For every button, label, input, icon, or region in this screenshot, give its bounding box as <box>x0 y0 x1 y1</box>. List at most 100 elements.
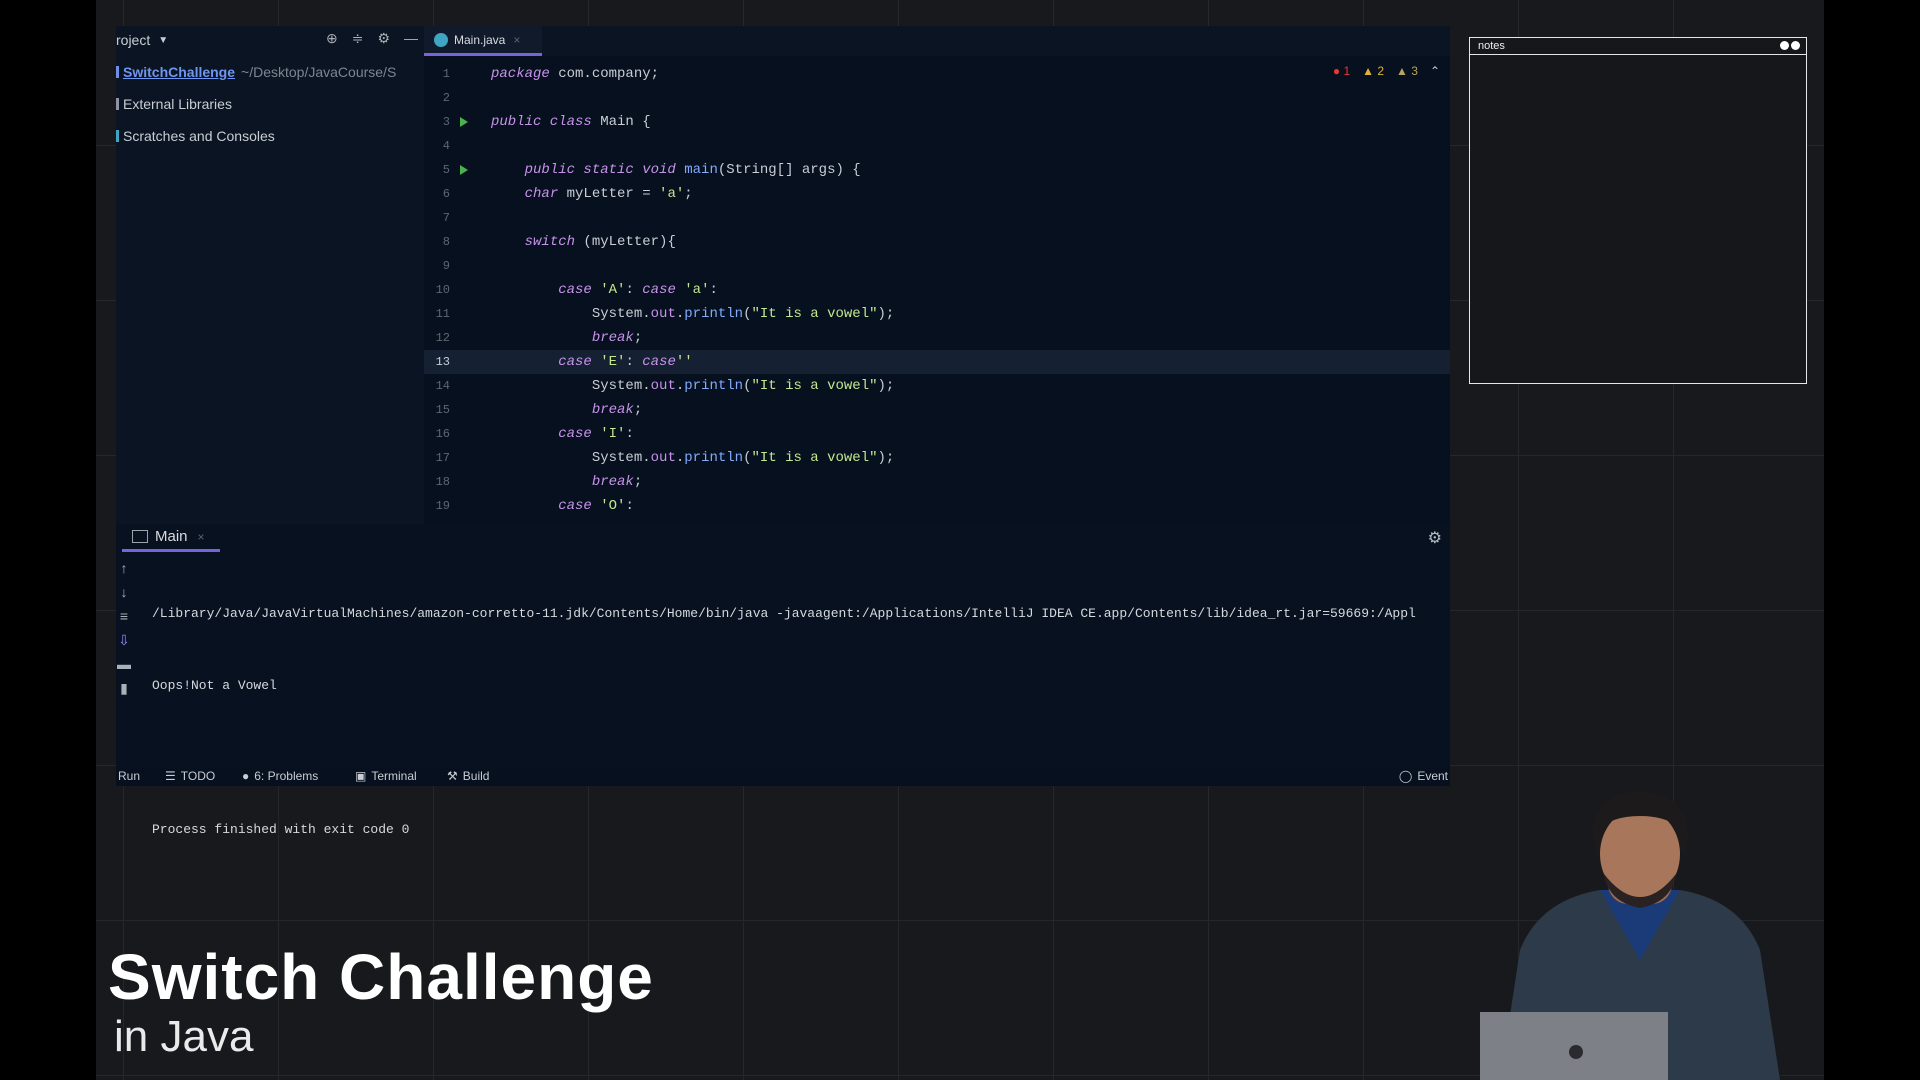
code-line[interactable]: 17 System.out.println("It is a vowel"); <box>424 446 1450 470</box>
hammer-icon: ⚒ <box>447 769 458 783</box>
code-line[interactable]: 3 public class Main { <box>424 110 1450 134</box>
arrow-up-icon[interactable]: ↑ <box>116 560 132 576</box>
build-button[interactable]: ⚒ Build <box>447 769 489 783</box>
library-icon <box>116 98 119 110</box>
right-letterbox <box>1824 0 1920 1080</box>
ide-window: roject ▼ ⊕ ≑ ⚙ — SwitchChallenge ~/Deskt… <box>116 26 1450 837</box>
code-line[interactable]: 2 <box>424 86 1450 110</box>
line-number[interactable]: 13 <box>424 350 450 374</box>
line-number[interactable]: 2 <box>424 86 450 110</box>
code-text: switch (myLetter){ <box>524 234 676 250</box>
line-number[interactable]: 1 <box>424 62 450 86</box>
line-number[interactable]: 4 <box>424 134 450 158</box>
tree-item-label: SwitchChallenge <box>123 64 236 80</box>
event-label: Event <box>1417 769 1448 783</box>
line-number[interactable]: 10 <box>424 278 450 302</box>
line-number[interactable]: 18 <box>424 470 450 494</box>
line-number[interactable]: 9 <box>424 254 450 278</box>
java-class-icon <box>434 32 448 47</box>
project-panel-title[interactable]: roject <box>116 32 150 48</box>
close-icon[interactable]: × <box>513 33 520 47</box>
code-line[interactable]: 5 public static void main(String[] args)… <box>424 158 1450 182</box>
code-line[interactable]: 13 case 'E': case'' <box>424 350 1450 374</box>
problems-label: 6: Problems <box>254 769 319 783</box>
run-panel-header: Main × ⚙ <box>116 524 1450 552</box>
terminal-icon: ▣ <box>355 769 367 783</box>
tree-item-path: ~/Desktop/JavaCourse/S <box>241 64 397 80</box>
tree-item-external-libraries[interactable]: External Libraries <box>116 93 232 115</box>
run-gutter-icon[interactable] <box>460 117 468 127</box>
project-panel: roject ▼ ⊕ ≑ ⚙ — SwitchChallenge ~/Deskt… <box>116 26 424 524</box>
gear-icon[interactable]: ⚙ <box>1428 528 1442 548</box>
code-editor[interactable]: ● 1 ▲ 2 ▲ 3 ⌃ 1 package com.company; 2 3 pub… <box>424 56 1450 524</box>
scroll-to-end-icon[interactable]: ⇩ <box>116 632 132 648</box>
code-line[interactable]: 18 break; <box>424 470 1450 494</box>
code-line[interactable]: 6 char myLetter = 'a'; <box>424 182 1450 206</box>
locate-icon[interactable]: ⊕ <box>326 30 338 47</box>
code-line[interactable]: 19 case 'O': <box>424 494 1450 518</box>
run-label: Run <box>118 769 141 783</box>
project-panel-header: roject ▼ ⊕ ≑ ⚙ — <box>116 26 424 54</box>
code-line[interactable]: 16 case 'I': <box>424 422 1450 446</box>
line-number[interactable]: 3 <box>424 110 450 134</box>
code-text: System.out.println("It is a vowel"); <box>491 378 895 394</box>
code-line[interactable]: 10 case 'A': case 'a': <box>424 278 1450 302</box>
gear-icon[interactable]: ⚙ <box>377 30 390 47</box>
tree-item-label: External Libraries <box>123 96 232 112</box>
notes-window[interactable]: notes <box>1469 37 1807 384</box>
todo-button[interactable]: ☰ TODO <box>165 769 215 783</box>
code-line[interactable]: 15 break; <box>424 398 1450 422</box>
notes-header: notes <box>1470 38 1806 55</box>
minimize-icon[interactable]: — <box>404 30 418 47</box>
console-line: Oops!Not a Vowel <box>152 678 277 693</box>
code-line[interactable]: 4 <box>424 134 1450 158</box>
run-tab-main[interactable]: Main × <box>122 524 220 552</box>
code-line[interactable]: 1 package com.company; <box>424 62 1450 86</box>
code-line[interactable]: 8 switch (myLetter){ <box>424 230 1450 254</box>
event-log-button[interactable]: ◯ Event <box>1399 769 1448 783</box>
line-number[interactable]: 17 <box>424 446 450 470</box>
tree-item-project[interactable]: SwitchChallenge ~/Desktop/JavaCourse/S <box>116 61 396 83</box>
arrow-down-icon[interactable]: ↓ <box>116 584 132 600</box>
code-line[interactable]: 12 break; <box>424 326 1450 350</box>
line-number[interactable]: 15 <box>424 398 450 422</box>
code-text: break; <box>591 402 643 418</box>
code-text: case 'A': case 'a': <box>558 282 718 298</box>
code-text: public class Main { <box>491 114 651 130</box>
close-icon[interactable]: × <box>198 530 205 544</box>
code-line[interactable]: 14 System.out.println("It is a vowel"); <box>424 374 1450 398</box>
code-text: char myLetter = 'a'; <box>524 186 693 202</box>
run-gutter-icon[interactable] <box>460 165 468 175</box>
window-dots-icon[interactable] <box>1780 41 1800 50</box>
tree-item-scratches[interactable]: Scratches and Consoles <box>116 125 275 147</box>
line-number[interactable]: 12 <box>424 326 450 350</box>
chevron-down-icon[interactable]: ▼ <box>158 35 168 46</box>
code-text: break; <box>591 474 643 490</box>
line-number[interactable]: 5 <box>424 158 450 182</box>
notes-title: notes <box>1478 40 1505 52</box>
terminal-button[interactable]: ▣ Terminal <box>355 769 417 783</box>
trash-icon[interactable]: ▮ <box>116 680 132 696</box>
run-button[interactable]: Run <box>118 769 140 783</box>
line-number[interactable]: 16 <box>424 422 450 446</box>
line-number[interactable]: 11 <box>424 302 450 326</box>
collapse-icon[interactable]: ≑ <box>352 30 364 47</box>
line-number[interactable]: 19 <box>424 494 450 518</box>
line-number[interactable]: 14 <box>424 374 450 398</box>
editor-tab-bar: Main.java × <box>424 26 1450 56</box>
console-output[interactable]: /Library/Java/JavaVirtualMachines/amazon… <box>152 554 1442 890</box>
line-number[interactable]: 8 <box>424 230 450 254</box>
code-text: case 'O': <box>558 498 634 514</box>
soft-wrap-icon[interactable]: ≡ <box>116 608 132 624</box>
code-line[interactable]: 7 <box>424 206 1450 230</box>
tab-main-java[interactable]: Main.java × <box>424 26 542 56</box>
code-line[interactable]: 11 System.out.println("It is a vowel"); <box>424 302 1450 326</box>
code-line[interactable]: 9 <box>424 254 1450 278</box>
print-icon[interactable]: ▬ <box>116 656 132 672</box>
line-number[interactable]: 7 <box>424 206 450 230</box>
info-icon: ● <box>242 769 250 783</box>
console-line: /Library/Java/JavaVirtualMachines/amazon… <box>152 606 1416 621</box>
line-number[interactable]: 6 <box>424 182 450 206</box>
problems-button[interactable]: ● 6: Problems <box>242 769 318 783</box>
